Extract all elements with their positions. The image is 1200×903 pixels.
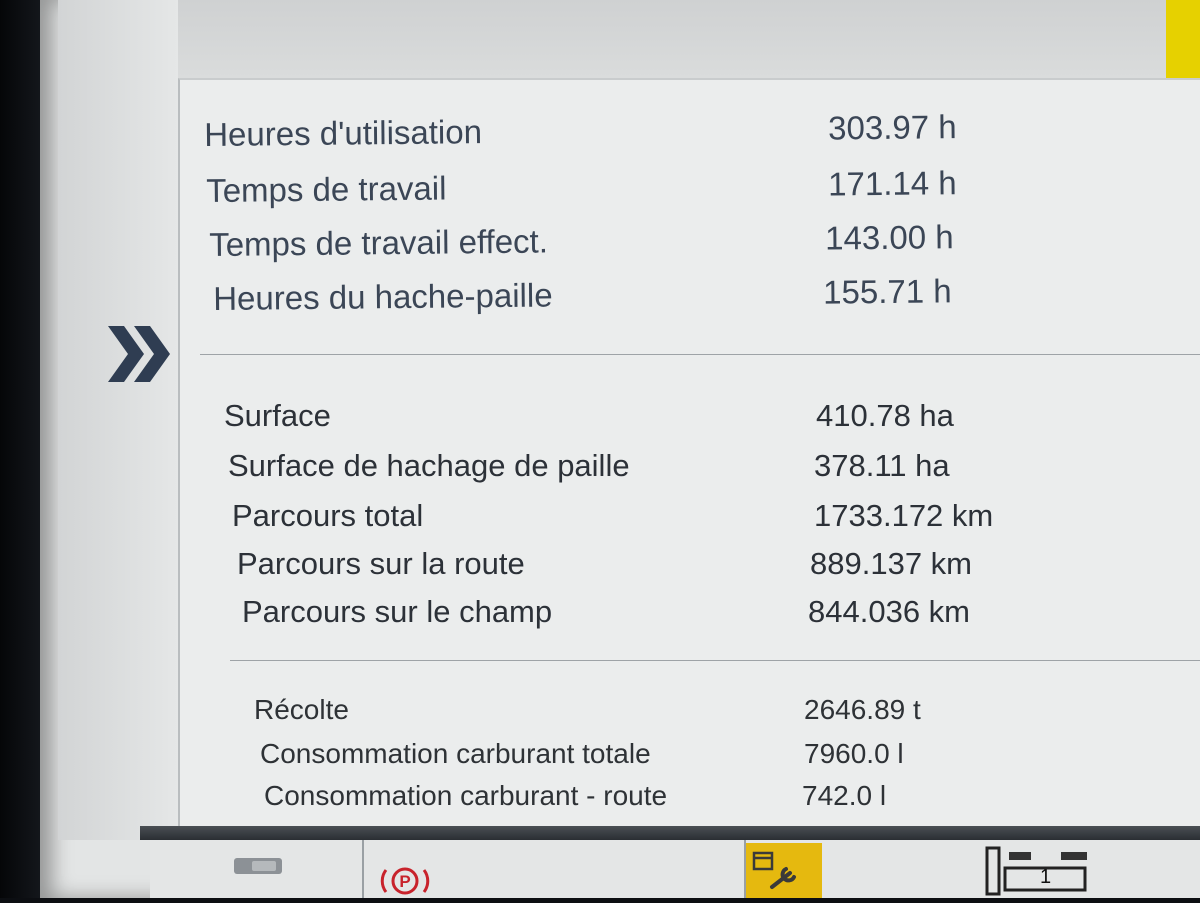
parking-letter: P (399, 872, 410, 891)
stat-value: 1733.172 km (814, 498, 994, 533)
stat-value: 171.14 h (827, 164, 957, 203)
stat-label: Récolte (254, 694, 349, 725)
calendar-wrench-icon (752, 851, 796, 889)
stat-label: Consommation carburant - route (264, 780, 668, 811)
stat-value: 410.78 ha (816, 398, 954, 433)
camera-button[interactable] (232, 856, 284, 881)
corner-accent (1166, 0, 1200, 78)
status-bar-separator (362, 840, 364, 898)
stat-label: Consommation carburant totale (260, 738, 651, 769)
stat-label: Parcours sur le champ (242, 594, 553, 629)
stat-value: 155.71 h (822, 272, 952, 311)
stat-value: 7960.0 l (804, 738, 904, 769)
stat-value: 889.137 km (810, 546, 972, 581)
parking-brake-icon: P (380, 867, 430, 895)
stat-value: 143.00 h (824, 218, 954, 257)
gear-number: 1 (1040, 866, 1052, 888)
left-gutter (58, 0, 178, 840)
panel-bottom-edge (140, 826, 1200, 840)
stat-label: Parcours sur la route (237, 546, 525, 581)
stat-label: Heures d'utilisation (204, 113, 483, 153)
service-tab[interactable] (746, 843, 822, 898)
double-chevron-right-icon (108, 326, 170, 382)
statistics-panel: Heures d'utilisation 303.97 h Temps de t… (178, 78, 1200, 828)
stat-label: Surface de hachage de paille (228, 448, 630, 483)
stat-value: 742.0 l (802, 780, 887, 811)
stat-label: Temps de travail effect. (209, 222, 549, 263)
stat-value: 844.036 km (808, 594, 970, 629)
stat-label: Temps de travail (206, 169, 447, 209)
next-page-button[interactable] (104, 318, 174, 390)
section-divider (230, 660, 1200, 661)
camera-icon (234, 858, 282, 874)
stat-value: 378.11 ha (814, 448, 950, 483)
header-band (170, 0, 1170, 80)
parking-brake-indicator: P (380, 864, 430, 903)
stat-label: Heures du hache-paille (213, 276, 553, 317)
stat-value: 303.97 h (827, 108, 957, 147)
stat-label: Parcours total (232, 498, 424, 533)
stat-value: 2646.89 t (804, 694, 921, 725)
section-divider (200, 354, 1200, 355)
stat-label: Surface (224, 398, 331, 433)
